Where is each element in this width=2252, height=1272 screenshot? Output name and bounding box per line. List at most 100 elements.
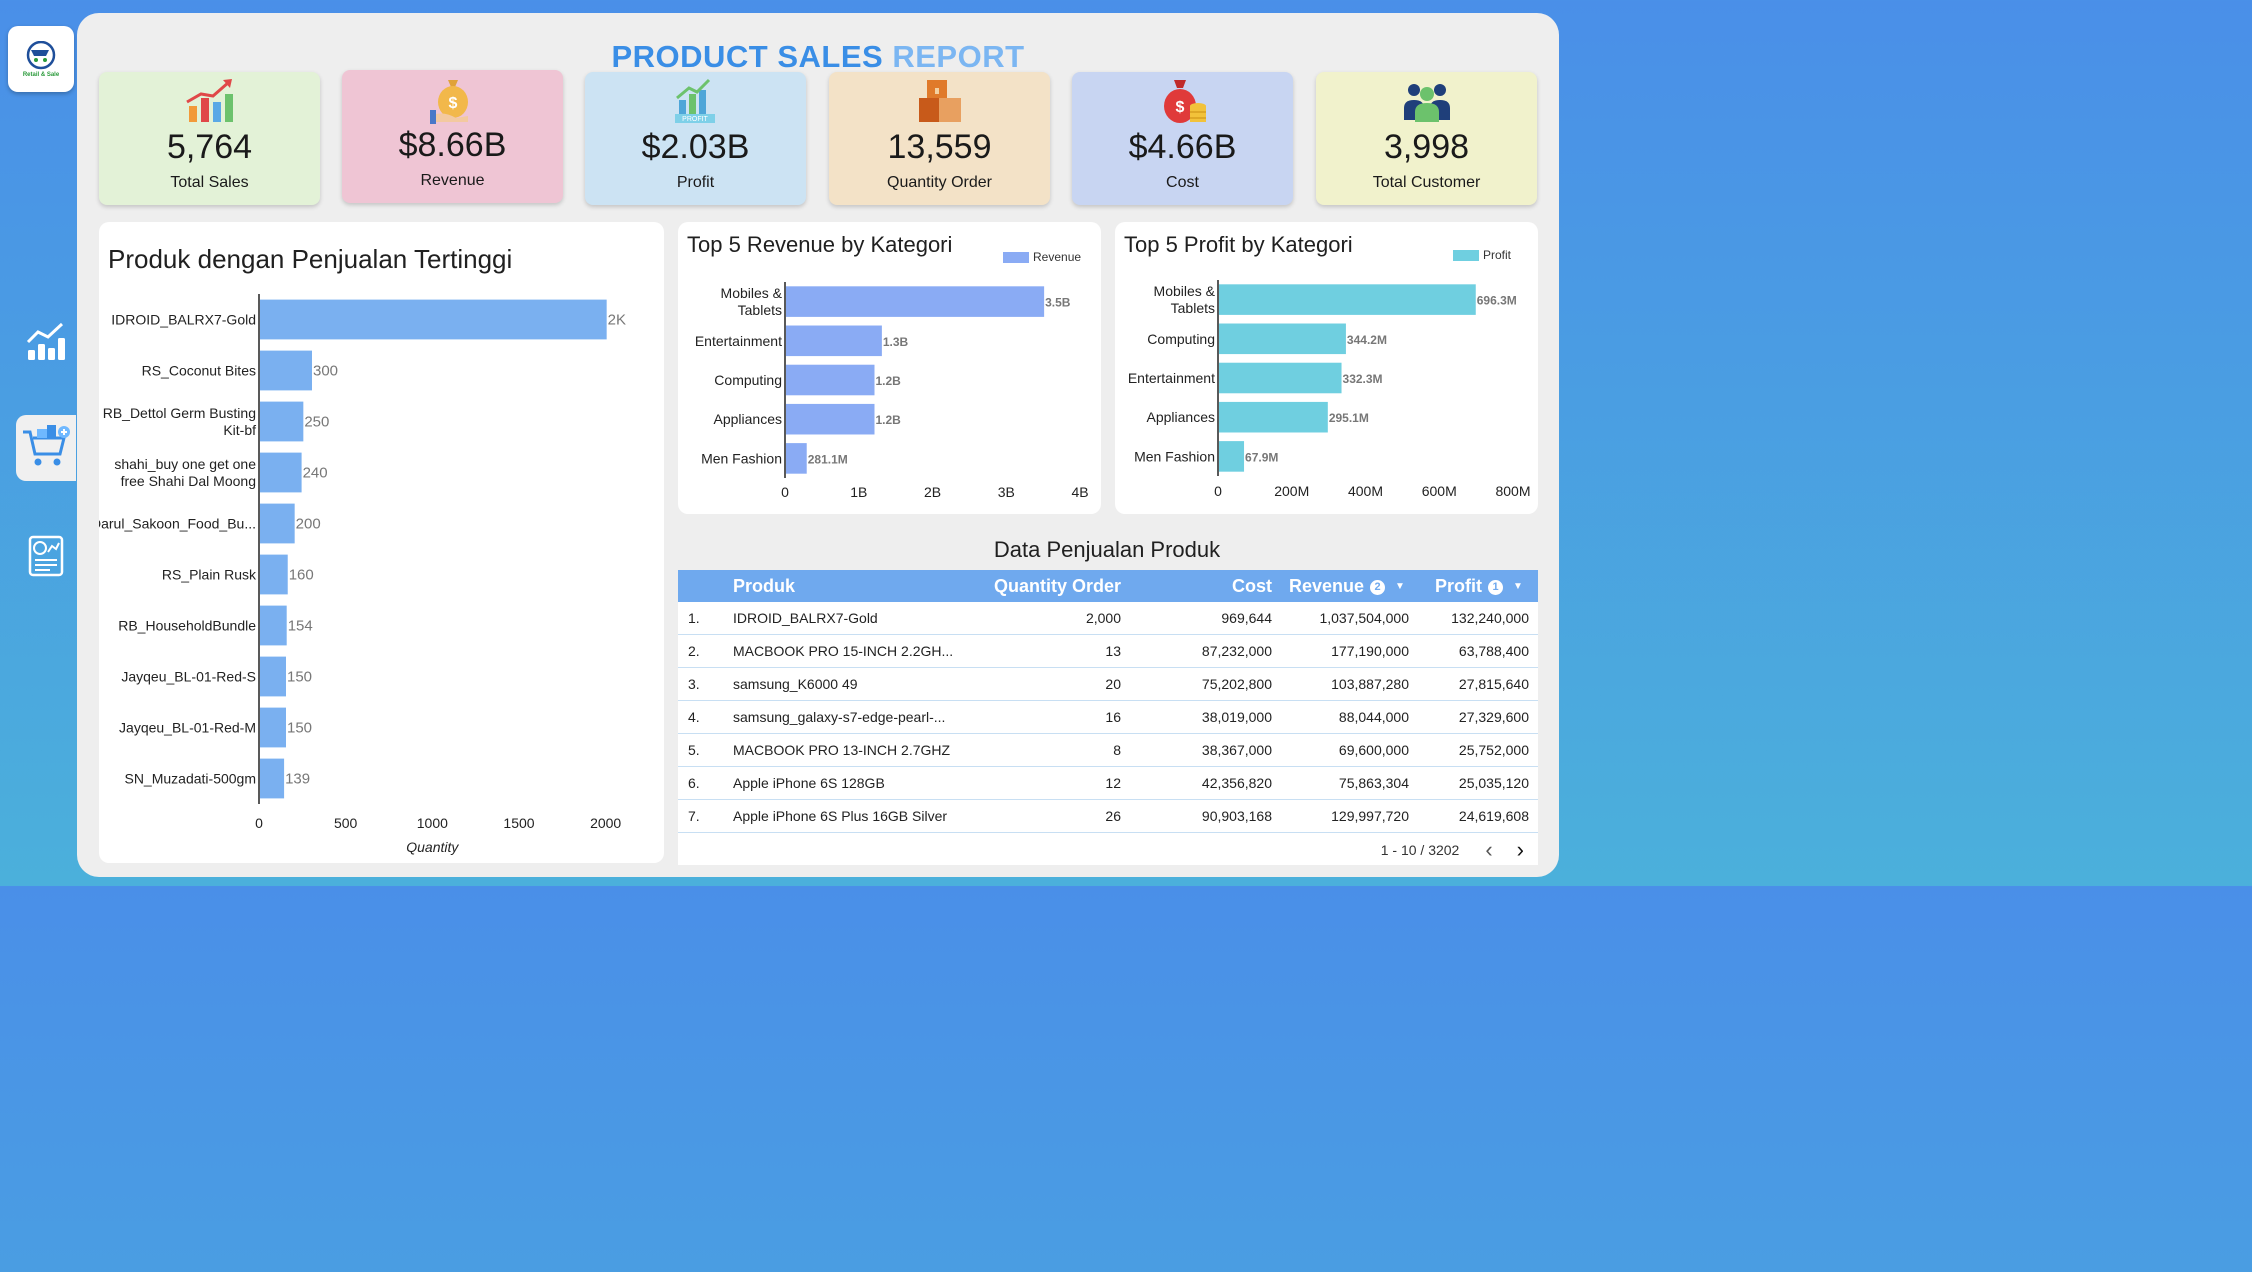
bar [260, 707, 286, 748]
category-label: RB_Dettol Germ Busting [103, 405, 256, 421]
kpi-label: Revenue [420, 172, 485, 189]
column-header-produk[interactable]: Produk [733, 570, 795, 602]
category-label: Kit-bf [223, 422, 256, 438]
x-axis-label: Quantity [406, 839, 459, 855]
x-tick-label: 2B [924, 484, 941, 500]
category-label: Appliances [714, 411, 783, 427]
data-label: 1.2B [876, 413, 902, 427]
table-row[interactable]: 7. Apple iPhone 6S Plus 16GB Silver 26 90,9… [678, 800, 1538, 833]
cell-produk: IDROID_BALRX7-Gold [733, 610, 878, 626]
data-label: 696.3M [1477, 294, 1517, 308]
customers-icon [1316, 76, 1537, 130]
profit-chart-icon: PROFIT [585, 76, 806, 130]
kpi-card-cost: $ $4.66B Cost [1072, 72, 1293, 205]
data-label: 1.3B [883, 335, 909, 349]
category-label: RS_Coconut Bites [142, 363, 256, 379]
data-label: 150 [287, 720, 312, 737]
bar [1219, 441, 1245, 472]
sort-order-badge: 1 [1488, 579, 1503, 595]
cell-produk: samsung_galaxy-s7-edge-pearl-... [733, 709, 946, 725]
prev-page-icon[interactable]: ‹ [1485, 839, 1492, 861]
table-row[interactable]: 6. Apple iPhone 6S 128GB 12 42,356,820 75,86… [678, 767, 1538, 800]
x-tick-label: 0 [255, 815, 263, 831]
kpi-label: Profit [676, 174, 715, 191]
x-tick-label: 800M [1495, 483, 1530, 499]
table-title: Data Penjualan Produk [993, 537, 1221, 562]
category-label: Entertainment [695, 333, 782, 349]
bar [260, 401, 304, 442]
kpi-value: 3,998 [1383, 128, 1470, 166]
bar [260, 503, 295, 544]
data-label: 200 [296, 516, 321, 533]
cost-bag-icon: $ [1072, 76, 1293, 130]
column-header-revenue-label: Revenue [1289, 576, 1365, 596]
data-label: 281.1M [808, 452, 848, 466]
category-label: Darul_Sakoon_Food_Bu... [99, 516, 256, 532]
cell-profit: 27,329,600 [1458, 709, 1529, 725]
row-number: 6. [688, 775, 700, 791]
kpi-label: Cost [1166, 174, 1199, 191]
kpi-value: $2.03B [641, 128, 750, 166]
kpi-value: 13,559 [887, 128, 992, 166]
cell-profit: 24,619,608 [1458, 808, 1529, 824]
pagination: 1 - 10 / 3202 ‹ › [1380, 839, 1538, 861]
x-tick-label: 1500 [503, 815, 534, 831]
sidebar-item-reports[interactable] [16, 524, 76, 588]
cell-produk: Apple iPhone 6S Plus 16GB Silver [733, 808, 948, 824]
table-row[interactable]: 5. MACBOOK PRO 13-INCH 2.7GHZ 8 38,367,000 6… [678, 734, 1538, 767]
pagination-range: 1 - 10 / 3202 [1380, 842, 1460, 858]
kpi-label: Total Customer [1372, 174, 1481, 191]
sort-caret-icon[interactable]: ▼ [1395, 571, 1405, 603]
cell-quantity: 12 [1105, 775, 1121, 791]
cell-produk: samsung_K6000 49 [733, 676, 858, 692]
data-label: 139 [285, 771, 310, 788]
sidebar-item-products[interactable] [16, 415, 76, 481]
bar [260, 554, 288, 595]
cell-revenue: 1,037,504,000 [1319, 610, 1409, 626]
bar [260, 605, 287, 646]
column-header-quantity[interactable]: Quantity Order [978, 570, 1121, 602]
bar [1219, 362, 1342, 394]
sort-caret-icon[interactable]: ▼ [1513, 571, 1523, 603]
column-header-profit[interactable]: Profit 1 ▼ [1435, 570, 1538, 603]
cell-produk: MACBOOK PRO 15-INCH 2.2GH... [733, 643, 954, 659]
table-row[interactable]: 4. samsung_galaxy-s7-edge-pearl-... 16 38,0… [678, 701, 1538, 734]
table-row[interactable]: 3. samsung_K6000 49 20 75,202,800 103,887,28… [678, 668, 1538, 701]
data-label: 1.2B [876, 374, 902, 388]
bar [786, 443, 807, 474]
category-label: Computing [1147, 331, 1215, 347]
bar-chart-icon [26, 322, 65, 360]
cell-produk: Apple iPhone 6S 128GB [733, 775, 885, 791]
bar [1219, 323, 1346, 355]
table-row[interactable]: 1. IDROID_BALRX7-Gold 2,000 969,644 1,037,50… [678, 602, 1538, 635]
kpi-value: $4.66B [1128, 128, 1237, 166]
data-label: 332.3M [1343, 372, 1383, 386]
kpi-card-revenue: $ $8.66B Revenue [342, 70, 563, 203]
boxes-icon [829, 76, 1050, 130]
bar [786, 403, 875, 435]
table-header: Produk Quantity Order Cost Revenue 2 ▼ Pro… [678, 570, 1538, 602]
cell-revenue: 129,997,720 [1331, 808, 1409, 824]
cell-quantity: 20 [1105, 676, 1121, 692]
sort-order-badge: 2 [1370, 579, 1386, 595]
kpi-card-total-sales: 5,764 Total Sales [99, 72, 320, 205]
data-label: 344.2M [1347, 333, 1387, 347]
sidebar-item-analytics[interactable] [16, 310, 76, 374]
column-header-revenue[interactable]: Revenue 2 ▼ [1289, 570, 1439, 603]
x-tick-label: 2000 [590, 815, 621, 831]
bar [786, 286, 1045, 317]
category-label: free Shahi Dal Moong [121, 473, 256, 489]
data-label: 3.5B [1045, 296, 1071, 310]
category-label: IDROID_BALRX7-Gold [111, 312, 256, 328]
cell-cost: 42,356,820 [1201, 775, 1272, 791]
sidebar: Retail & Sale [0, 0, 80, 886]
next-page-icon[interactable]: › [1517, 839, 1524, 861]
category-label: Tablets [1171, 300, 1215, 316]
row-number: 3. [688, 676, 700, 692]
table-row[interactable]: 2. MACBOOK PRO 15-INCH 2.2GH... 13 87,232,0… [678, 635, 1538, 668]
column-header-cost[interactable]: Cost [1158, 570, 1272, 602]
app-logo[interactable]: Retail & Sale [8, 26, 74, 92]
column-header-profit-label: Profit [1435, 576, 1482, 596]
category-label: Entertainment [1128, 370, 1215, 386]
data-label: 295.1M [1329, 411, 1369, 425]
